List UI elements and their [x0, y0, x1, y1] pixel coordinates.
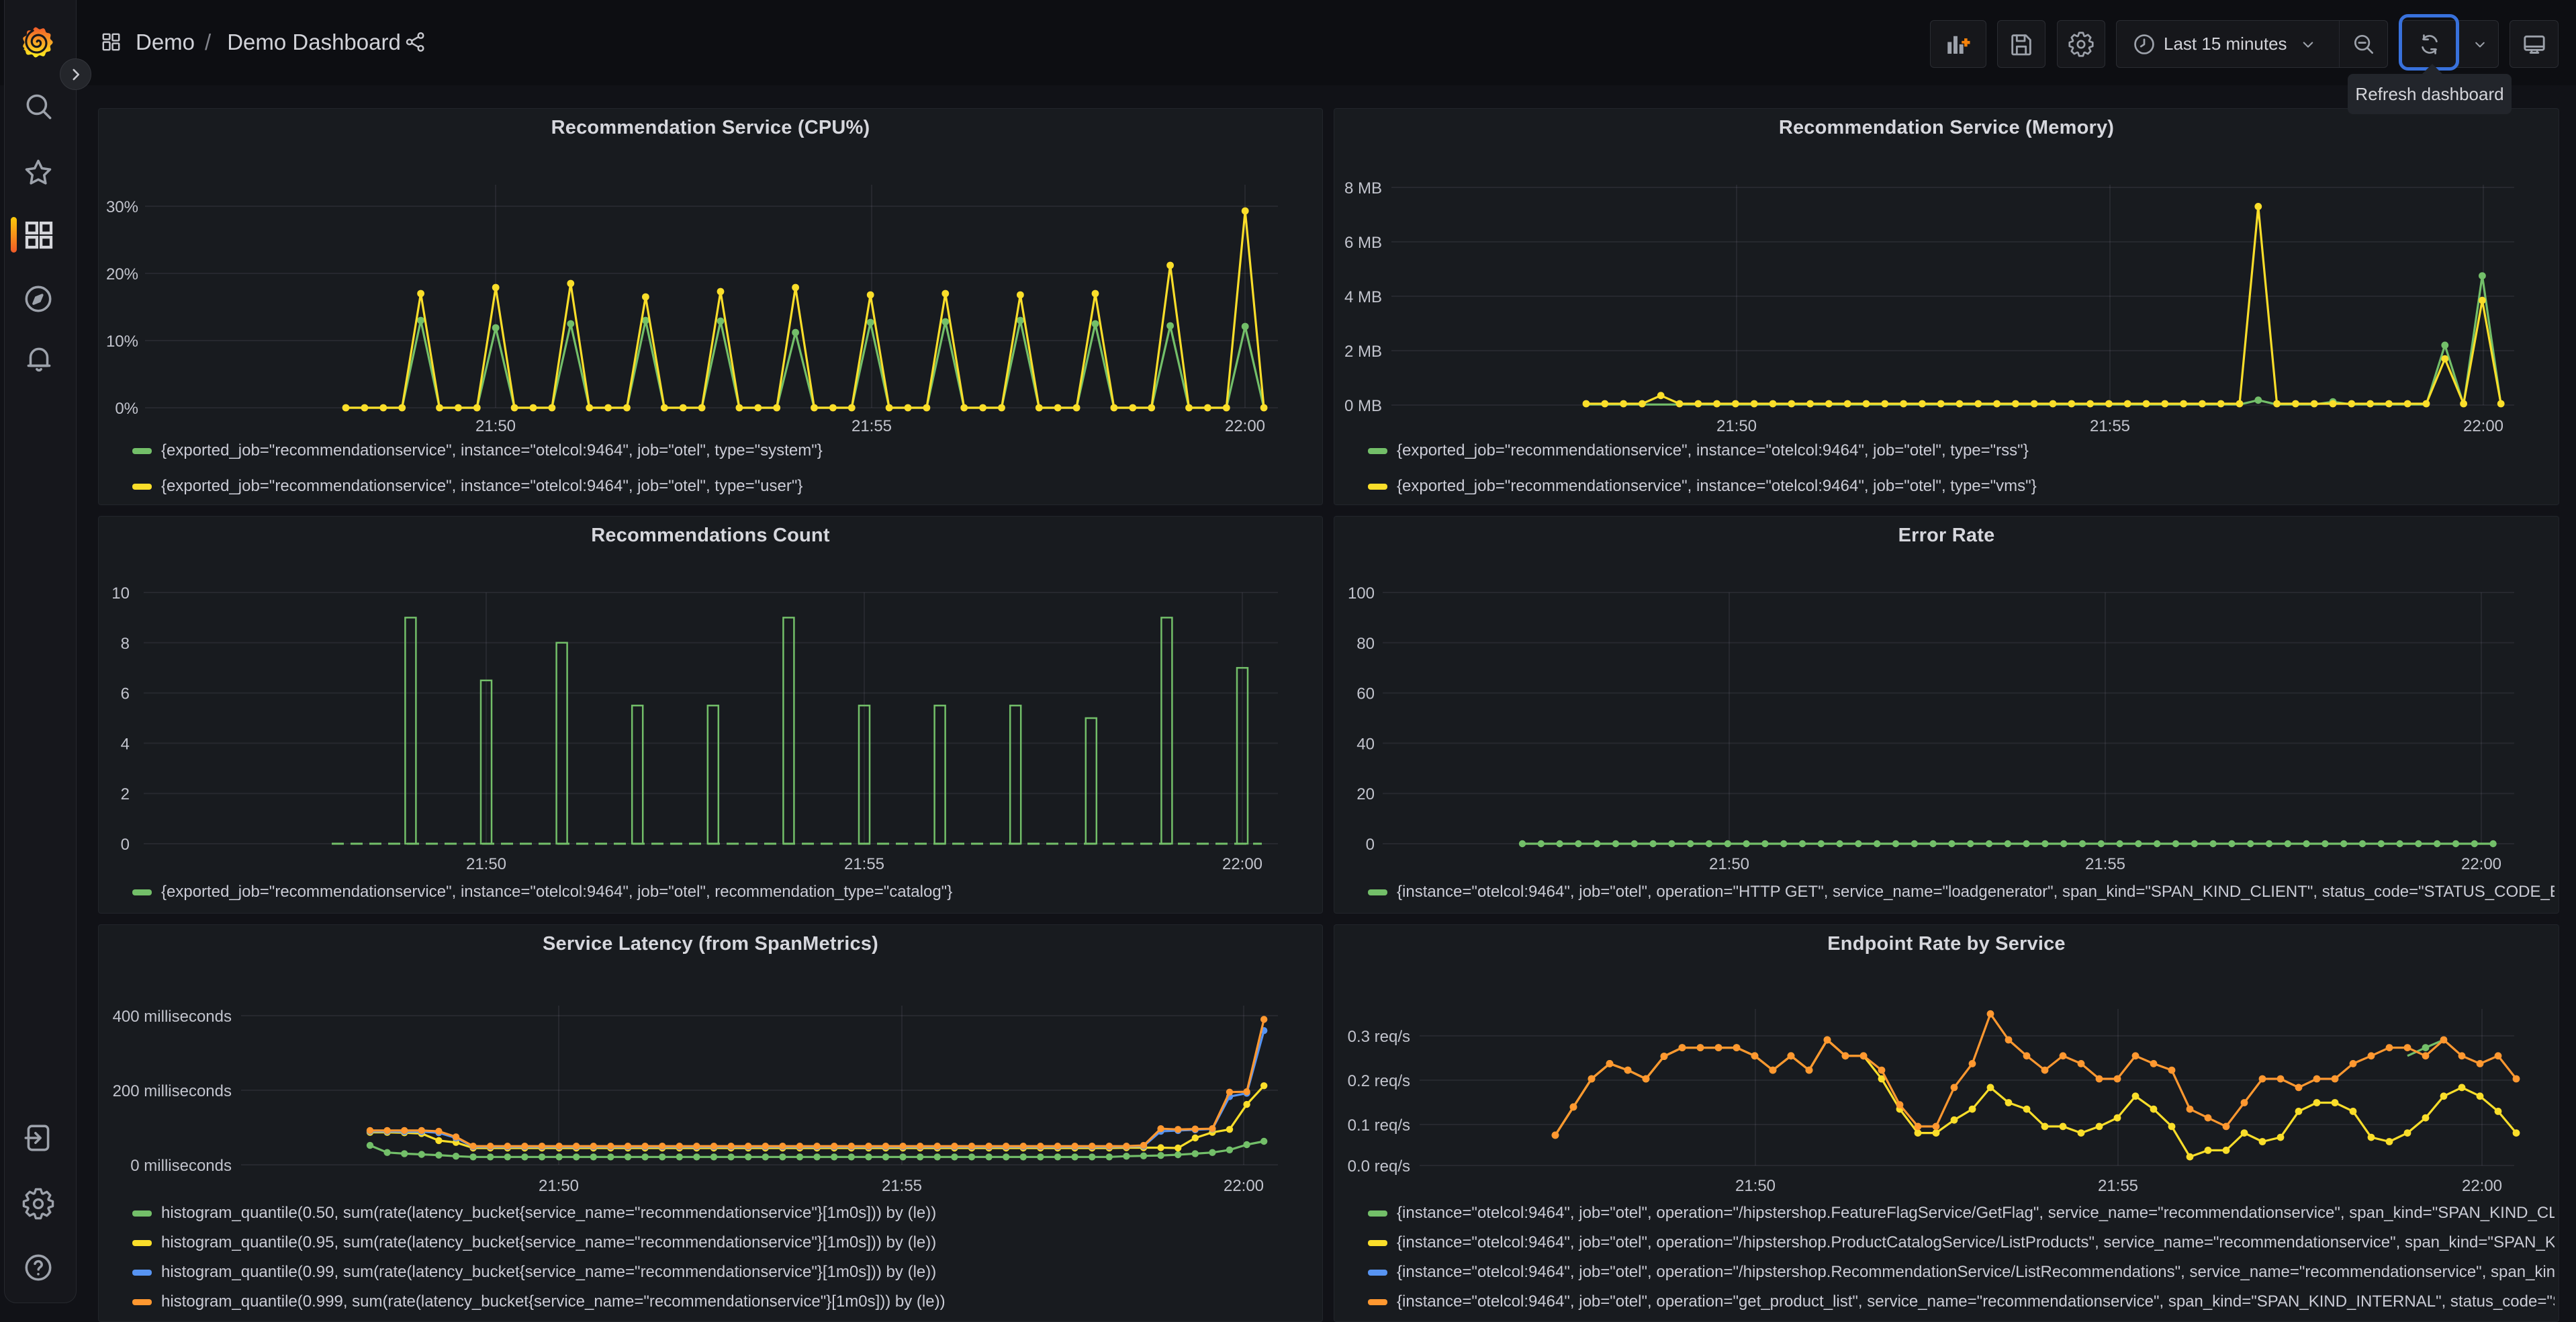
svg-text:4: 4 — [121, 735, 130, 753]
svg-text:0.2 req/s: 0.2 req/s — [1348, 1072, 1410, 1090]
svg-text:21:50: 21:50 — [1735, 1177, 1776, 1195]
svg-text:8 MB: 8 MB — [1344, 179, 1382, 197]
svg-text:21:55: 21:55 — [852, 417, 892, 435]
svg-text:21:55: 21:55 — [844, 855, 884, 873]
svg-text:8: 8 — [121, 635, 130, 653]
svg-text:0 milliseconds: 0 milliseconds — [130, 1157, 232, 1175]
svg-text:4 MB: 4 MB — [1344, 288, 1382, 306]
svg-text:22:00: 22:00 — [1224, 1177, 1264, 1195]
svg-text:30%: 30% — [106, 198, 138, 216]
svg-text:21:50: 21:50 — [466, 855, 506, 873]
svg-text:0.0 req/s: 0.0 req/s — [1348, 1157, 1410, 1176]
svg-text:40: 40 — [1356, 735, 1375, 753]
svg-text:22:00: 22:00 — [1225, 417, 1265, 435]
svg-text:22:00: 22:00 — [2461, 855, 2501, 873]
svg-text:21:50: 21:50 — [475, 417, 516, 435]
svg-text:20%: 20% — [106, 265, 138, 283]
svg-text:0.3 req/s: 0.3 req/s — [1348, 1028, 1410, 1046]
svg-text:21:50: 21:50 — [1709, 855, 1749, 873]
svg-text:400 milliseconds: 400 milliseconds — [113, 1008, 232, 1026]
svg-text:22:00: 22:00 — [1222, 855, 1262, 873]
svg-text:6 MB: 6 MB — [1344, 234, 1382, 252]
svg-text:0: 0 — [1366, 836, 1375, 854]
svg-text:6: 6 — [121, 685, 130, 703]
svg-text:0.1 req/s: 0.1 req/s — [1348, 1116, 1410, 1135]
svg-text:21:55: 21:55 — [2098, 1177, 2138, 1195]
svg-text:21:55: 21:55 — [2090, 417, 2130, 435]
svg-text:21:50: 21:50 — [1716, 417, 1757, 435]
svg-text:0 MB: 0 MB — [1344, 397, 1382, 415]
svg-text:0%: 0% — [115, 400, 138, 418]
svg-text:22:00: 22:00 — [2463, 417, 2503, 435]
svg-text:2: 2 — [121, 785, 130, 803]
svg-text:2 MB: 2 MB — [1344, 343, 1382, 361]
svg-text:100: 100 — [1348, 584, 1375, 603]
svg-text:10%: 10% — [106, 333, 138, 351]
svg-text:80: 80 — [1356, 635, 1375, 653]
svg-text:200 milliseconds: 200 milliseconds — [113, 1082, 232, 1100]
svg-text:21:55: 21:55 — [882, 1177, 922, 1195]
svg-text:21:55: 21:55 — [2085, 855, 2125, 873]
svg-text:22:00: 22:00 — [2462, 1177, 2502, 1195]
svg-text:60: 60 — [1356, 685, 1375, 703]
svg-text:21:50: 21:50 — [539, 1177, 579, 1195]
svg-text:0: 0 — [121, 836, 130, 854]
svg-text:20: 20 — [1356, 785, 1375, 803]
svg-text:10: 10 — [111, 584, 130, 603]
